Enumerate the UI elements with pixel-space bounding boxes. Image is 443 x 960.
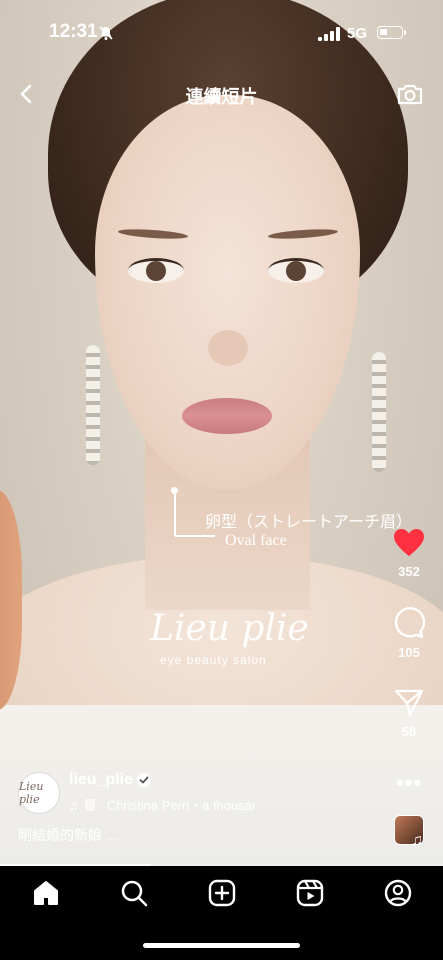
music-note-icon: ♫ bbox=[411, 832, 423, 849]
camera-icon[interactable] bbox=[396, 80, 424, 108]
comment-count: 105 bbox=[398, 645, 420, 660]
share-icon bbox=[394, 689, 424, 717]
battery-icon bbox=[377, 26, 406, 39]
like-button[interactable]: 352 bbox=[387, 528, 431, 579]
watermark-subtitle: eye beauty salon bbox=[160, 653, 267, 667]
comment-icon bbox=[394, 607, 425, 639]
left-earring bbox=[86, 345, 100, 465]
home-indicator bbox=[143, 943, 300, 948]
audio-track[interactable]: ♫ Christina Perri・a thousand years bbox=[69, 795, 254, 814]
profile-icon[interactable] bbox=[383, 878, 413, 908]
music-note-small-icon: ♫ bbox=[69, 798, 79, 813]
avatar[interactable]: Lieu plie bbox=[18, 772, 60, 814]
reels-icon[interactable] bbox=[295, 878, 325, 908]
signal-icon bbox=[318, 27, 340, 41]
reel-video[interactable]: 卵型（ストレートアーチ眉） Oval face Lieu plie eye be… bbox=[0, 0, 443, 866]
explicit-icon bbox=[84, 799, 95, 811]
bell-muted-icon bbox=[99, 26, 113, 40]
annotation-dot bbox=[171, 487, 178, 494]
reels-screen: 卵型（ストレートアーチ眉） Oval face Lieu plie eye be… bbox=[0, 0, 443, 960]
nose bbox=[208, 330, 248, 366]
search-icon[interactable] bbox=[119, 878, 149, 908]
verified-icon bbox=[137, 773, 151, 787]
page-title: 連續短片 bbox=[185, 87, 258, 107]
annotation-line-horizontal bbox=[175, 535, 215, 537]
create-icon[interactable] bbox=[207, 878, 237, 908]
left-eye bbox=[128, 258, 184, 283]
right-earring bbox=[372, 352, 386, 472]
audio-title: Christina Perri・a thousand years bbox=[106, 798, 254, 813]
more-icon[interactable]: ••• bbox=[396, 770, 422, 796]
share-button[interactable]: 58 bbox=[387, 688, 431, 739]
status-bar: 12:31 5G bbox=[0, 0, 443, 60]
annotation-line bbox=[174, 494, 176, 536]
comment-button[interactable]: 105 bbox=[387, 607, 431, 660]
post-caption[interactable]: 剛結婚的新娘 ... bbox=[18, 825, 118, 845]
username[interactable]: lieu_plie bbox=[69, 771, 133, 789]
right-eye bbox=[268, 258, 324, 283]
watermark-logo: Lieu plie bbox=[150, 608, 309, 649]
status-time: 12:31 bbox=[49, 21, 98, 42]
home-icon[interactable] bbox=[31, 878, 61, 908]
annotation-english: Oval face bbox=[225, 532, 287, 549]
network-type: 5G bbox=[347, 25, 368, 42]
like-count: 352 bbox=[398, 564, 420, 579]
heart-icon bbox=[394, 529, 424, 556]
share-count: 58 bbox=[401, 724, 417, 739]
lips bbox=[182, 398, 272, 434]
annotation-japanese: 卵型（ストレートアーチ眉） bbox=[205, 512, 413, 531]
